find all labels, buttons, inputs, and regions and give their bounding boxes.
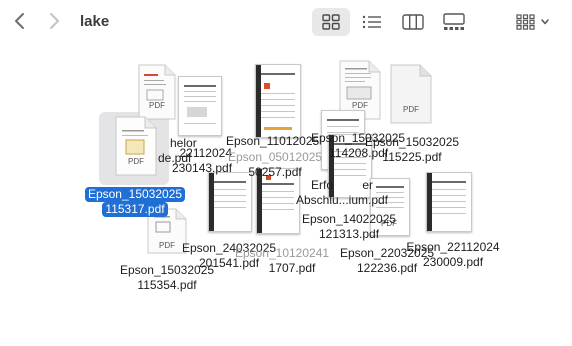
file-icon-f2[interactable]: PDF bbox=[137, 64, 177, 120]
file-thumb-f3[interactable] bbox=[178, 76, 222, 136]
window-title: lake bbox=[80, 13, 110, 30]
file-label-f9[interactable]: Epson_14022025 121313.pdf bbox=[296, 212, 402, 242]
pdf-badge: PDF bbox=[149, 101, 165, 110]
file-label-f4[interactable]: Epson_11012025 bbox=[226, 134, 319, 149]
column-view-button[interactable] bbox=[394, 8, 432, 36]
list-view-button[interactable] bbox=[353, 8, 391, 36]
file-label-f1[interactable]: Epson_15032025 115317.pdf bbox=[80, 187, 190, 217]
group-by-button[interactable] bbox=[510, 8, 556, 36]
file-thumb-f13[interactable] bbox=[426, 172, 472, 232]
column-view-icon bbox=[402, 14, 424, 30]
file-thumb-f10[interactable] bbox=[208, 172, 252, 232]
grid-view-icon bbox=[322, 14, 340, 30]
file-label-f14[interactable]: Epson_15032025 115354.pdf bbox=[114, 263, 220, 293]
list-view-icon bbox=[362, 15, 381, 29]
file-icon-f7[interactable]: PDF bbox=[389, 64, 433, 124]
grid-view-button[interactable] bbox=[312, 8, 350, 36]
file-label-f5[interactable]: Epson_05012025 50257.pdf bbox=[228, 150, 322, 180]
file-icon-f1[interactable]: PDF bbox=[114, 116, 158, 176]
file-thumb-f4[interactable] bbox=[255, 64, 301, 138]
chevron-down-icon bbox=[541, 19, 549, 25]
pdf-badge: PDF bbox=[352, 101, 368, 110]
file-label-f8[interactable]: Erfo er Abschlu...ium.pdf bbox=[292, 178, 392, 208]
gallery-view-button[interactable] bbox=[435, 8, 473, 36]
toolbar: lake bbox=[0, 0, 572, 44]
pdf-badge: PDF bbox=[403, 105, 419, 114]
file-label-f11[interactable]: Epson_10120241 1707.pdf bbox=[232, 246, 332, 276]
chevron-left-icon[interactable] bbox=[10, 10, 30, 32]
pdf-badge: PDF bbox=[128, 157, 144, 166]
gallery-view-icon bbox=[443, 13, 465, 30]
file-label-f7[interactable]: Epson_15032025 115225.pdf bbox=[360, 135, 464, 165]
file-label-f13[interactable]: Epson_22112024 230009.pdf bbox=[400, 240, 506, 270]
chevron-right-icon[interactable] bbox=[44, 10, 64, 32]
group-by-icon bbox=[516, 14, 535, 30]
file-label-f3[interactable]: 22112024 230143.pdf bbox=[172, 146, 232, 176]
